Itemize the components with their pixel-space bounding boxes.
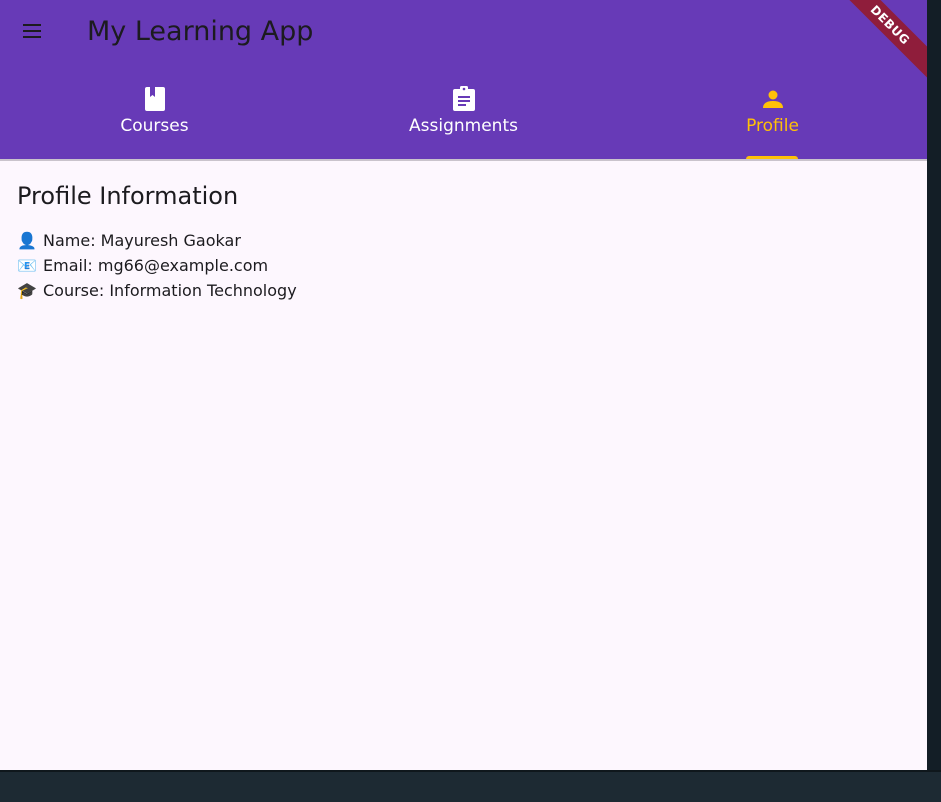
app-title: My Learning App: [87, 16, 314, 47]
person-icon: [761, 84, 785, 114]
profile-email: Email: mg66@example.com: [43, 256, 269, 275]
tab-profile-label: Profile: [746, 116, 799, 136]
profile-section: Profile Information 👤 Name: Mayuresh Gaok…: [17, 182, 297, 303]
debug-banner: DEBUG: [836, 0, 927, 79]
hamburger-menu-icon: [20, 19, 44, 47]
app-window: My Learning App Courses Assignments Prof…: [0, 0, 927, 770]
book-icon: [143, 84, 167, 114]
tab-assignments[interactable]: Assignments: [309, 80, 618, 160]
tab-profile[interactable]: Profile: [618, 80, 927, 160]
graduation-cap-emoji-icon: 🎓: [17, 281, 37, 300]
bottom-background: [0, 770, 941, 802]
clipboard-icon: [452, 84, 476, 114]
profile-email-row: 📧 Email: mg66@example.com: [17, 253, 297, 278]
app-bar: My Learning App Courses Assignments Prof…: [0, 0, 927, 160]
tab-divider: [0, 159, 927, 161]
tab-courses[interactable]: Courses: [0, 80, 309, 160]
profile-course: Course: Information Technology: [43, 281, 297, 300]
menu-button[interactable]: [12, 13, 52, 53]
profile-heading: Profile Information: [17, 182, 239, 210]
tab-courses-label: Courses: [120, 116, 189, 136]
window-right-edge: [927, 0, 941, 770]
profile-name: Name: Mayuresh Gaokar: [43, 231, 241, 250]
profile-name-row: 👤 Name: Mayuresh Gaokar: [17, 228, 297, 253]
envelope-emoji-icon: 📧: [17, 256, 37, 275]
person-emoji-icon: 👤: [17, 231, 37, 250]
tab-assignments-label: Assignments: [409, 116, 518, 136]
profile-course-row: 🎓 Course: Information Technology: [17, 278, 297, 303]
